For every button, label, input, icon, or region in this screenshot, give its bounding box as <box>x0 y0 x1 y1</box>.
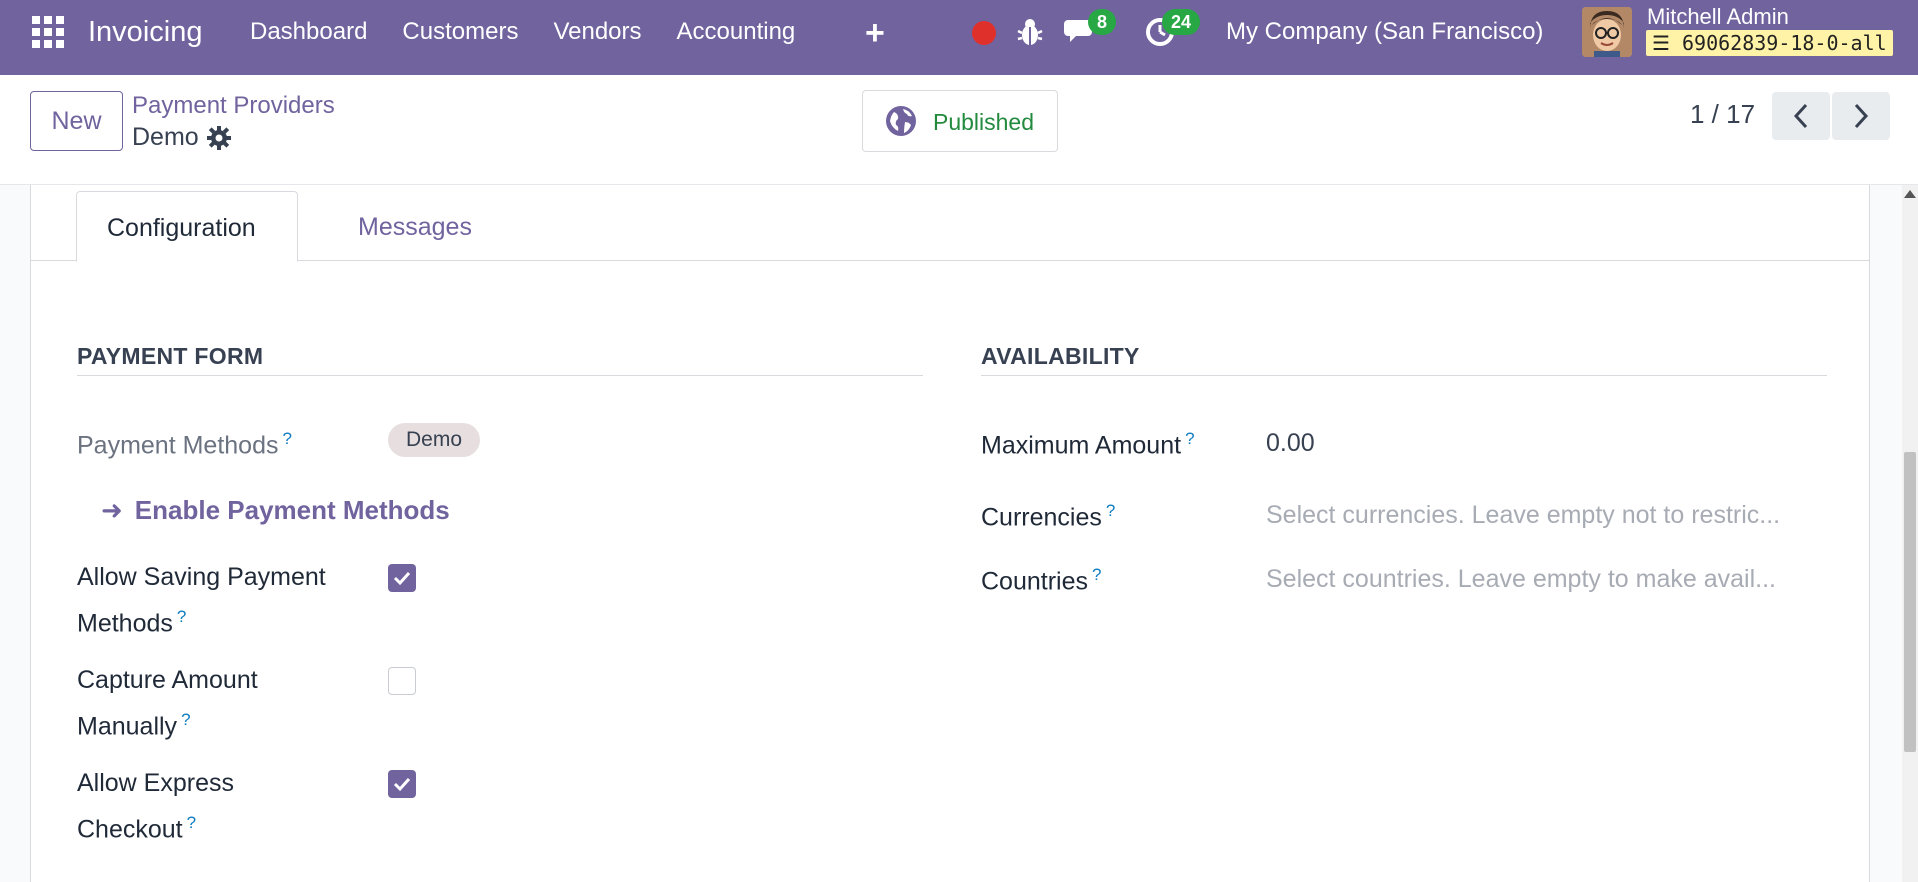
control-panel: New Payment Providers Demo Published 1 /… <box>0 75 1918 185</box>
payment-methods-label: Payment Methods? <box>77 429 292 460</box>
menu-item-accounting[interactable]: Accounting <box>677 18 796 46</box>
section-title-payment-form: PAYMENT FORM <box>77 343 264 369</box>
allow-saving-checkbox[interactable] <box>388 564 416 592</box>
help-icon[interactable]: ? <box>1185 429 1194 448</box>
form-sheet: Configuration Messages PAYMENT FORM Paym… <box>30 185 1870 882</box>
menu-item-customers[interactable]: Customers <box>402 18 518 46</box>
countries-label: Countries? <box>981 565 1102 596</box>
help-icon[interactable]: ? <box>177 607 186 626</box>
chevron-left-icon <box>1793 103 1808 129</box>
checkmark-icon <box>393 777 411 792</box>
section-divider <box>981 375 1827 376</box>
top-navbar: Invoicing Dashboard Customers Vendors Ac… <box>0 0 1918 75</box>
section-divider <box>77 375 923 376</box>
breadcrumb-payment-providers[interactable]: Payment Providers <box>132 92 335 120</box>
currencies-input[interactable]: Select currencies. Leave empty not to re… <box>1266 501 1780 530</box>
allow-express-checkbox[interactable] <box>388 770 416 798</box>
scrollbar-thumb[interactable] <box>1904 452 1916 752</box>
tab-messages[interactable]: Messages <box>328 191 502 262</box>
capture-manually-label: Capture Amount Manually? <box>77 666 258 741</box>
company-switcher[interactable]: My Company (San Francisco) <box>1226 18 1543 46</box>
help-icon[interactable]: ? <box>181 710 190 729</box>
currencies-label: Currencies? <box>981 501 1116 532</box>
pager-previous-button[interactable] <box>1772 92 1830 140</box>
avatar[interactable] <box>1582 7 1632 57</box>
menu-item-vendors[interactable]: Vendors <box>553 18 641 46</box>
database-badge: ☰ 69062839-18-0-all <box>1646 30 1893 56</box>
user-name[interactable]: Mitchell Admin <box>1647 4 1789 30</box>
help-icon[interactable]: ? <box>187 813 196 832</box>
database-icon: ☰ <box>1652 31 1670 55</box>
allow-express-label: Allow Express Checkout? <box>77 769 234 844</box>
help-icon[interactable]: ? <box>1092 565 1101 584</box>
record-name: Demo <box>132 123 199 151</box>
capture-manually-checkbox[interactable] <box>388 667 416 695</box>
bug-icon[interactable] <box>1016 17 1044 47</box>
arrow-right-icon: ➜ <box>101 495 123 525</box>
published-button[interactable]: Published <box>862 90 1058 152</box>
globe-icon <box>886 106 916 136</box>
messages-count-badge: 8 <box>1088 9 1117 35</box>
payment-method-tag[interactable]: Demo <box>388 423 481 457</box>
checkmark-icon <box>393 571 411 586</box>
section-title-availability: AVAILABILITY <box>981 343 1140 369</box>
tab-configuration[interactable]: Configuration <box>76 191 298 262</box>
main-menu: Dashboard Customers Vendors Accounting <box>250 18 830 46</box>
maximum-amount-input[interactable]: 0.00 <box>1266 429 1315 458</box>
menu-item-dashboard[interactable]: Dashboard <box>250 18 367 46</box>
pager-value[interactable]: 1 / 17 <box>1690 99 1755 130</box>
scroll-up-arrow-icon[interactable] <box>1904 190 1916 198</box>
record-icon[interactable] <box>972 21 996 45</box>
countries-input[interactable]: Select countries. Leave empty to make av… <box>1266 565 1776 594</box>
help-icon[interactable]: ? <box>1106 501 1115 520</box>
gear-icon[interactable] <box>206 125 232 151</box>
tabs-bar: Configuration Messages <box>31 185 1869 262</box>
allow-saving-label: Allow Saving Payment Methods? <box>77 563 326 638</box>
app-name[interactable]: Invoicing <box>88 16 202 49</box>
new-button[interactable]: New <box>30 91 123 151</box>
avatar-face-icon <box>1582 7 1632 57</box>
published-label: Published <box>933 109 1035 135</box>
maximum-amount-label: Maximum Amount? <box>981 429 1195 460</box>
enable-payment-methods-link[interactable]: ➜ Enable Payment Methods <box>101 495 450 526</box>
plus-icon[interactable]: + <box>865 14 885 53</box>
help-icon[interactable]: ? <box>283 429 292 448</box>
pager-next-button[interactable] <box>1832 92 1890 140</box>
activities-count-badge: 24 <box>1162 9 1201 35</box>
apps-grid-icon[interactable] <box>32 16 64 48</box>
chevron-right-icon <box>1854 103 1869 129</box>
database-name: 69062839-18-0-all <box>1681 31 1887 55</box>
